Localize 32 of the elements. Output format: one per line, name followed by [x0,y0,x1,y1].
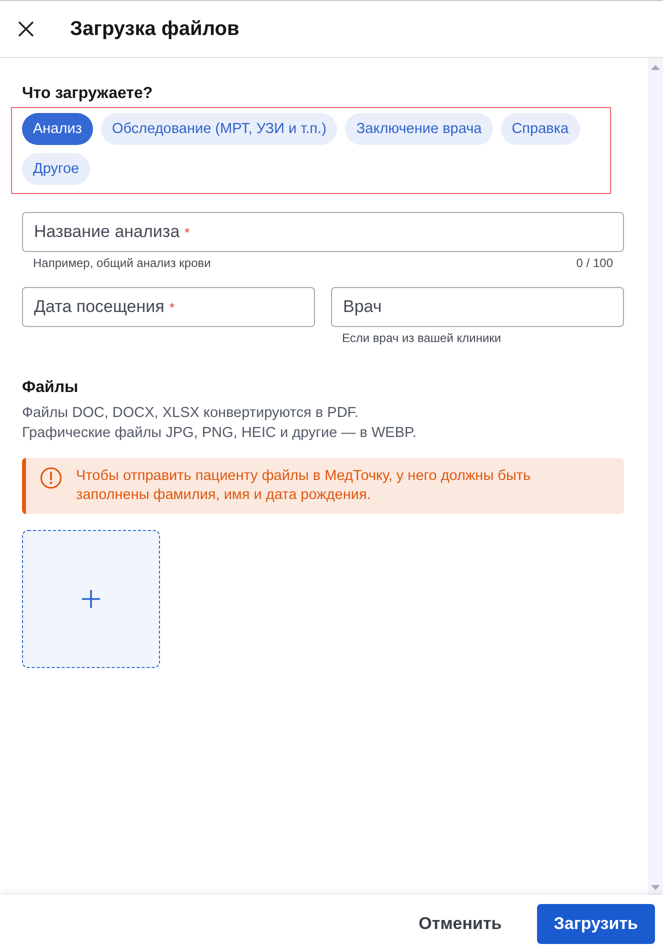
scroll-up-arrow-icon[interactable] [651,65,660,70]
description-text: Файлы DOC, DOCX, XLSX конвертируются в PDF. [22,404,360,423]
field-hint: Например, общий анализ крови [33,256,211,270]
alert-text: Чтобы отправить пациенту файлы в МедТочку, у него должны быть заполнены фамилия, имя и дата рождения. [76,467,532,505]
type-chip[interactable]: Справка [500,113,580,145]
type-chip[interactable]: Анализ [22,113,93,145]
scrollbar[interactable] [648,58,663,895]
field-placeholder: Название анализа [34,222,180,242]
character-counter: 0 / 100 [576,256,613,270]
section-title: Файлы [22,378,80,398]
text-input-field[interactable]: Дата посещения * [22,287,315,327]
required-mark: * [184,224,190,240]
upload-button[interactable]: Загрузить [536,904,655,944]
description-text: Графические файлы JPG, PNG, HEIC и другие — в WEBP. [22,424,418,443]
type-chip[interactable]: Заключение врача [345,113,493,145]
section-label: Что загружаете? [22,84,154,104]
required-mark: * [169,300,174,314]
plus-icon [81,589,101,609]
scroll-down-arrow-icon[interactable] [651,885,660,890]
field-placeholder: Врач [343,297,382,317]
type-chip[interactable]: Обследование (МРТ, УЗИ и т.п.) [100,113,338,145]
text-input-field[interactable]: Название анализа * [22,212,624,252]
dialog-title: Загрузка файлов [70,18,240,40]
text-input-field[interactable]: Врач [331,287,624,327]
field-placeholder: Дата посещения [34,297,164,317]
close-icon [18,21,34,37]
exclamation-circle-icon [40,467,62,489]
upload-tile[interactable] [22,530,160,668]
type-chip[interactable]: Другое [22,153,90,185]
close-button[interactable] [18,21,34,37]
field-hint: Если врач из вашей клиники [342,331,502,345]
cancel-button[interactable]: Отменить [402,904,519,944]
